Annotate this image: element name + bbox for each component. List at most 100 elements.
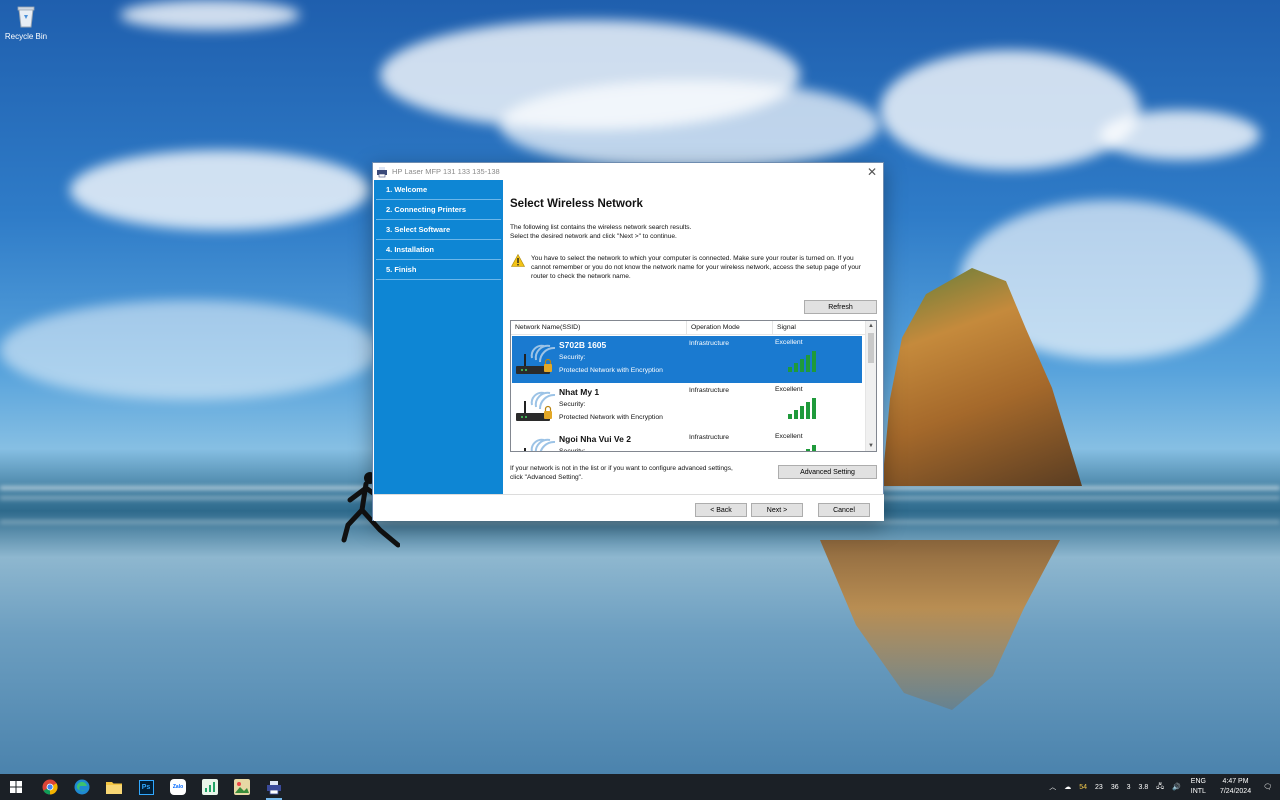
advanced-note-line: click "Advanced Setting". <box>510 474 583 481</box>
photoshop-icon: Ps <box>138 779 154 795</box>
warning-text: You have to select the network to which … <box>531 255 861 280</box>
recycle-bin-label: Recycle Bin <box>4 32 48 41</box>
network-ssid: S702B 1605 <box>559 340 607 350</box>
hp-printer-icon <box>377 166 387 177</box>
signal-bar <box>812 351 816 372</box>
scroll-thumb[interactable] <box>868 333 874 363</box>
wireless-router-icon <box>524 438 556 451</box>
network-icon[interactable]: 🖧 <box>1156 782 1164 793</box>
signal-bars-icon <box>788 351 816 372</box>
recycle-bin-icon <box>17 6 35 28</box>
network-row[interactable]: Ngoi Nha Vui Ve 2 Security: Protected Ne… <box>512 430 862 452</box>
image-app-icon <box>234 779 250 795</box>
cloud <box>1100 110 1260 160</box>
cloud <box>880 50 1140 170</box>
taskbar-chart-app[interactable] <box>194 774 226 800</box>
recycle-bin-shortcut[interactable]: Recycle Bin <box>4 4 48 41</box>
warning-icon <box>511 254 525 267</box>
tray-stat: 3 <box>1126 783 1131 791</box>
security-value: Protected Network with Encryption <box>559 367 663 374</box>
operation-mode: Infrastructure <box>689 340 730 347</box>
taskbar: Ps Zalo ︿ ☁ 54 23 36 3 3.8 🖧 🔊 ENG INTL … <box>0 774 1280 800</box>
description-line: Select the desired network and click "Ne… <box>510 233 677 240</box>
zalo-icon: Zalo <box>170 779 186 795</box>
description-line: The following list contains the wireless… <box>510 224 692 231</box>
window-title: HP Laser MFP 131 133 135-138 <box>392 167 500 176</box>
button-bar: < Back Next > Cancel <box>374 494 884 521</box>
network-row[interactable]: S702B 1605 Security: Protected Network w… <box>512 336 862 383</box>
tray-stat: 23 <box>1095 783 1103 791</box>
edge-icon <box>74 779 90 795</box>
list-scrollbar[interactable]: ▲ ▼ <box>865 321 876 451</box>
list-header: Network Name(SSID) Operation Mode Signal <box>511 321 876 335</box>
start-button[interactable] <box>0 774 32 800</box>
cloud <box>70 150 370 230</box>
cancel-button[interactable]: Cancel <box>818 503 870 517</box>
signal-bar <box>788 414 792 419</box>
scroll-up-arrow-icon[interactable]: ▲ <box>866 321 876 331</box>
back-button[interactable]: < Back <box>695 503 747 517</box>
signal-bar <box>788 367 792 372</box>
signal-strength-text: Excellent <box>775 339 803 346</box>
clock[interactable]: 4:47 PM 7/24/2024 <box>1220 777 1251 797</box>
network-ssid: Nhat My 1 <box>559 387 600 397</box>
rock-reflection <box>820 540 1060 710</box>
advanced-note: If your network is not in the list or if… <box>510 464 770 482</box>
clock-time: 4:47 PM <box>1222 778 1249 785</box>
signal-bar <box>794 363 798 372</box>
weather-temperature[interactable]: 54 <box>1079 784 1087 791</box>
taskbar-photoshop[interactable]: Ps <box>130 774 162 800</box>
column-header-ssid[interactable]: Network Name(SSID) <box>511 321 687 334</box>
chevron-up-icon[interactable]: ︿ <box>1049 782 1056 792</box>
close-button[interactable]: ✕ <box>861 164 883 180</box>
signal-bar <box>800 359 804 372</box>
advanced-setting-button[interactable]: Advanced Setting <box>778 465 877 479</box>
chrome-icon <box>42 779 58 795</box>
language-code: ENG <box>1190 778 1206 785</box>
column-header-signal[interactable]: Signal <box>773 321 863 334</box>
scroll-down-arrow-icon[interactable]: ▼ <box>866 441 876 451</box>
signal-bar <box>800 406 804 419</box>
taskbar-zalo[interactable]: Zalo <box>162 774 194 800</box>
signal-bar <box>794 410 798 419</box>
description: The following list contains the wireless… <box>510 223 870 241</box>
step-welcome: 1. Welcome <box>376 180 501 200</box>
weather-cloud-icon[interactable]: ☁ <box>1064 783 1071 791</box>
keyboard-layout: INTL <box>1190 788 1206 795</box>
refresh-button[interactable]: Refresh <box>804 300 877 314</box>
step-connecting-printers: 2. Connecting Printers <box>376 200 501 220</box>
signal-strength-text: Excellent <box>775 433 803 440</box>
signal-bar <box>806 402 810 419</box>
tray-stat: 3.8 <box>1138 783 1149 791</box>
language-indicator[interactable]: ENG INTL <box>1191 777 1206 797</box>
installer-window: HP Laser MFP 131 133 135-138 ✕ 1. Welcom… <box>372 162 884 521</box>
taskbar-file-explorer[interactable] <box>98 774 130 800</box>
column-header-mode[interactable]: Operation Mode <box>687 321 773 334</box>
wireless-router-icon <box>516 391 556 421</box>
page-title: Select Wireless Network <box>510 198 643 210</box>
signal-strength-text: Excellent <box>775 386 803 393</box>
security-label: Security: <box>559 448 586 452</box>
steps-sidebar: 1. Welcome 2. Connecting Printers 3. Sel… <box>374 180 503 494</box>
next-button[interactable]: Next > <box>751 503 803 517</box>
step-select-software: 3. Select Software <box>376 220 501 240</box>
volume-icon[interactable]: 🔊 <box>1172 783 1181 791</box>
security-label: Security: <box>559 354 586 361</box>
signal-bars-icon <box>806 445 816 451</box>
signal-bar <box>806 355 810 372</box>
file-explorer-icon <box>106 782 122 794</box>
windows-start-icon <box>10 781 22 793</box>
system-tray: ︿ ☁ 54 23 36 3 3.8 🖧 🔊 ENG INTL 4:47 PM … <box>1045 774 1280 800</box>
tray-stat: 36 <box>1110 783 1119 791</box>
notification-icon[interactable]: 🗨 <box>1263 783 1272 791</box>
title-bar[interactable]: HP Laser MFP 131 133 135-138 ✕ <box>373 163 883 180</box>
step-finish: 5. Finish <box>376 260 501 280</box>
security-value: Protected Network with Encryption <box>559 414 663 421</box>
network-row[interactable]: Nhat My 1 Security: Protected Network wi… <box>512 383 862 430</box>
taskbar-hp-installer[interactable] <box>258 774 290 800</box>
network-list[interactable]: Network Name(SSID) Operation Mode Signal… <box>510 320 877 452</box>
taskbar-edge[interactable] <box>66 774 98 800</box>
taskbar-chrome[interactable] <box>34 774 66 800</box>
taskbar-image-app[interactable] <box>226 774 258 800</box>
chart-app-icon <box>202 779 218 795</box>
